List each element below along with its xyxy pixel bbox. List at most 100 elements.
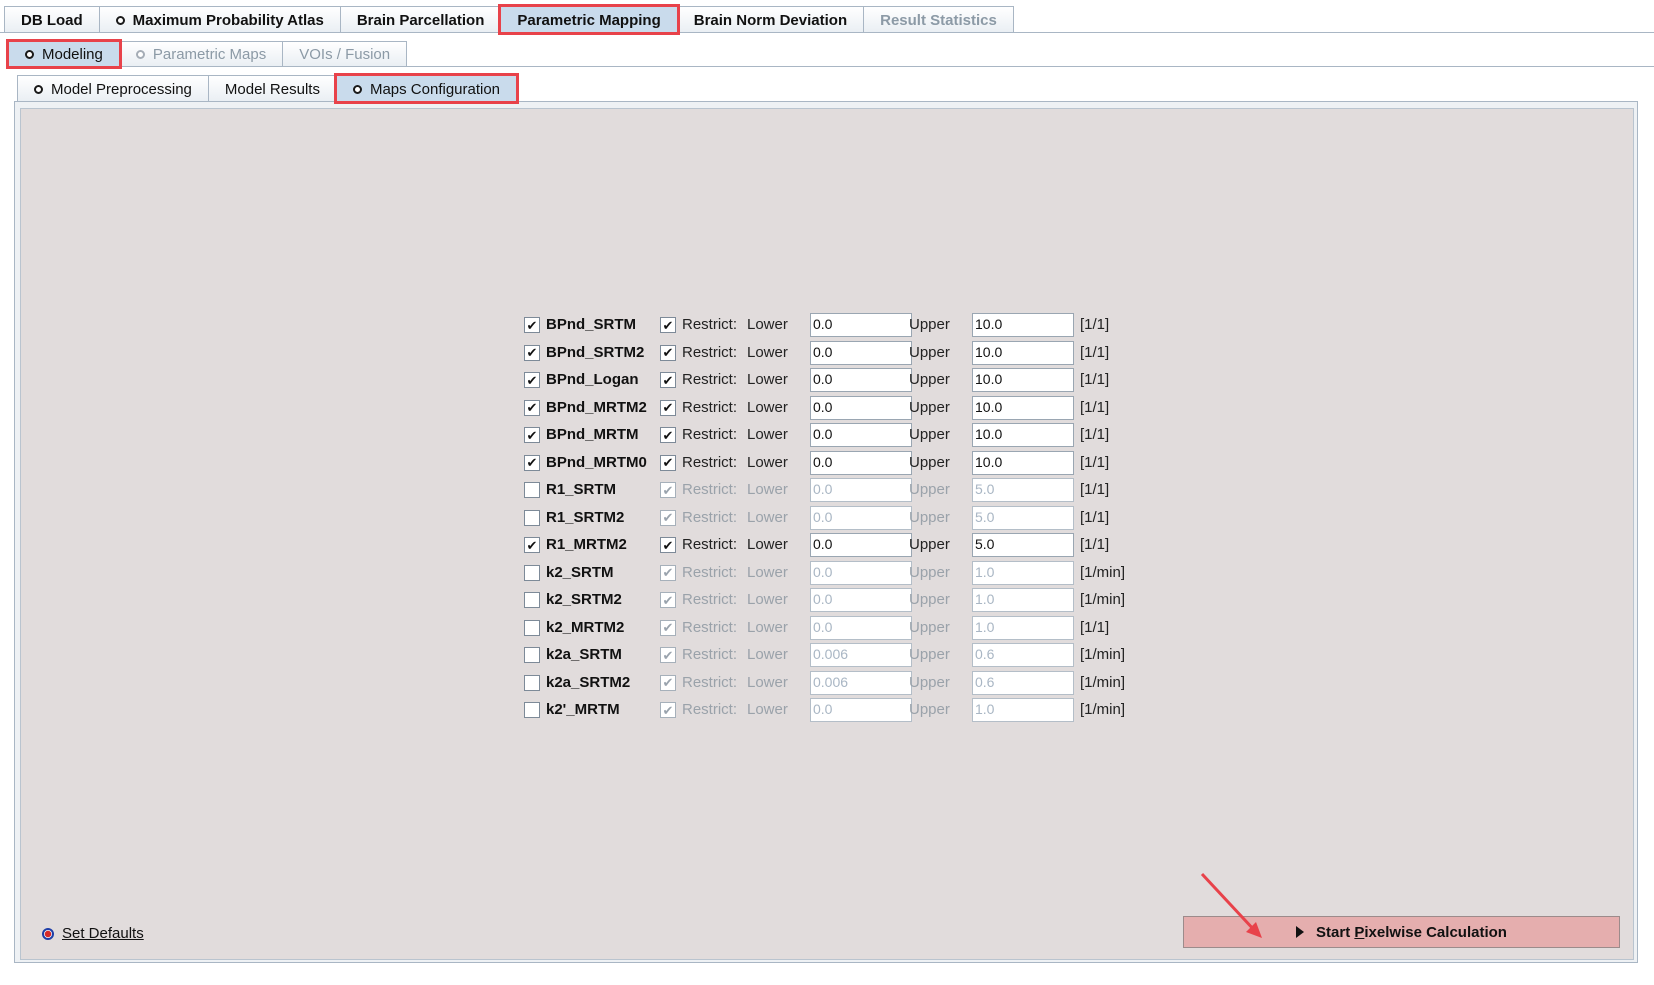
upper-bound-input[interactable]: 0.6 bbox=[972, 643, 1074, 667]
annotation-arrow bbox=[1200, 872, 1262, 938]
restrict-checkbox[interactable]: ✔ bbox=[660, 674, 676, 691]
lower-label: Lower bbox=[747, 426, 788, 443]
tab-vois-fusion[interactable]: VOIs / Fusion bbox=[282, 41, 408, 67]
upper-bound-input[interactable]: 10.0 bbox=[972, 450, 1074, 475]
lower-bound-input[interactable]: 0.0 bbox=[810, 395, 912, 420]
restrict-checkbox[interactable]: ✔ bbox=[660, 509, 676, 526]
lower-bound-input[interactable]: 0.0 bbox=[810, 450, 912, 475]
map-enable-checkbox[interactable] bbox=[524, 509, 540, 526]
unit-label: [1/1] bbox=[1080, 453, 1110, 471]
tab-brain-norm-deviation[interactable]: Brain Norm Deviation bbox=[676, 6, 865, 33]
lower-bound-input[interactable]: 0.0 bbox=[810, 560, 912, 585]
upper-bound-input[interactable]: 5.0 bbox=[972, 533, 1074, 557]
tab-maximum-probability-atlas[interactable]: Maximum Probability Atlas bbox=[98, 6, 341, 33]
set-defaults-button[interactable]: Set Defaults bbox=[42, 925, 144, 942]
radio-dot-icon bbox=[25, 50, 34, 59]
map-enable-checkbox[interactable]: ✔ bbox=[524, 537, 540, 553]
map-enable-checkbox[interactable] bbox=[524, 482, 540, 498]
restrict-checkbox[interactable]: ✔ bbox=[660, 702, 676, 718]
restrict-checkbox[interactable]: ✔ bbox=[660, 344, 676, 361]
lower-bound-input[interactable]: 0.006 bbox=[810, 670, 912, 695]
tab-parametric-maps[interactable]: Parametric Maps bbox=[118, 41, 284, 67]
unit-label: [1/1] bbox=[1080, 316, 1110, 333]
restrict-checkbox[interactable]: ✔ bbox=[660, 592, 676, 608]
map-enable-checkbox[interactable]: ✔ bbox=[524, 344, 540, 361]
map-name-label: BPnd_SRTM2 bbox=[546, 343, 645, 361]
defaults-icon bbox=[42, 927, 54, 940]
lower-label: Lower bbox=[747, 343, 788, 361]
upper-bound-input[interactable]: 1.0 bbox=[972, 698, 1074, 722]
upper-bound-input[interactable]: 1.0 bbox=[972, 615, 1074, 640]
tab-result-statistics[interactable]: Result Statistics bbox=[863, 6, 1014, 33]
lower-bound-input[interactable]: 0.0 bbox=[810, 533, 912, 557]
map-enable-checkbox[interactable]: ✔ bbox=[524, 454, 540, 471]
lower-bound-input[interactable]: 0.0 bbox=[810, 423, 912, 447]
lower-label: Lower bbox=[747, 398, 788, 416]
map-enable-checkbox[interactable] bbox=[524, 647, 540, 663]
restrict-checkbox[interactable]: ✔ bbox=[660, 399, 676, 416]
upper-bound-input[interactable]: 1.0 bbox=[972, 588, 1074, 612]
restrict-label: Restrict: bbox=[682, 701, 738, 718]
lower-bound-input[interactable]: 0.0 bbox=[810, 698, 912, 722]
tab-label: VOIs / Fusion bbox=[299, 46, 391, 63]
map-enable-checkbox[interactable] bbox=[524, 702, 540, 718]
map-enable-checkbox[interactable]: ✔ bbox=[524, 399, 540, 416]
tab-modeling[interactable]: Modeling bbox=[6, 39, 122, 69]
lower-bound-input[interactable]: 0.0 bbox=[810, 340, 912, 365]
lower-label: Lower bbox=[747, 563, 788, 581]
upper-bound-input[interactable]: 5.0 bbox=[972, 478, 1074, 502]
upper-label: Upper bbox=[909, 673, 950, 691]
lower-bound-input[interactable]: 0.0 bbox=[810, 588, 912, 612]
map-name-label: BPnd_MRTM0 bbox=[546, 453, 647, 471]
upper-bound-input[interactable]: 10.0 bbox=[972, 340, 1074, 365]
tab-maps-configuration[interactable]: Maps Configuration bbox=[333, 73, 520, 104]
restrict-checkbox[interactable]: ✔ bbox=[660, 454, 676, 471]
restrict-checkbox[interactable]: ✔ bbox=[660, 619, 676, 636]
unit-label: [1/1] bbox=[1080, 426, 1110, 443]
radio-dot-icon bbox=[115, 15, 125, 25]
restrict-checkbox[interactable]: ✔ bbox=[660, 372, 676, 388]
tab-model-preprocessing[interactable]: Model Preprocessing bbox=[17, 75, 209, 102]
map-enable-checkbox[interactable] bbox=[524, 592, 540, 608]
unit-label: [1/1] bbox=[1080, 618, 1110, 636]
map-name-label: R1_MRTM2 bbox=[546, 536, 627, 553]
restrict-checkbox[interactable]: ✔ bbox=[660, 537, 676, 553]
lower-bound-input[interactable]: 0.0 bbox=[810, 615, 912, 640]
lower-bound-input[interactable]: 0.0 bbox=[810, 368, 912, 392]
tab-label: Result Statistics bbox=[880, 11, 997, 29]
upper-bound-input[interactable]: 10.0 bbox=[972, 423, 1074, 447]
tab-parametric-mapping[interactable]: Parametric Mapping bbox=[498, 4, 680, 35]
upper-bound-input[interactable]: 0.6 bbox=[972, 670, 1074, 695]
restrict-checkbox[interactable]: ✔ bbox=[660, 427, 676, 443]
map-enable-checkbox[interactable] bbox=[524, 619, 540, 636]
restrict-label: Restrict: bbox=[682, 481, 738, 498]
tab-model-results[interactable]: Model Results bbox=[207, 75, 337, 102]
lower-label: Lower bbox=[747, 536, 788, 553]
restrict-checkbox[interactable]: ✔ bbox=[660, 564, 676, 581]
map-enable-checkbox[interactable] bbox=[524, 564, 540, 581]
lower-label: Lower bbox=[747, 508, 788, 526]
sub-tab-divider bbox=[6, 66, 1654, 67]
upper-bound-input[interactable]: 10.0 bbox=[972, 368, 1074, 392]
restrict-checkbox[interactable]: ✔ bbox=[660, 647, 676, 663]
map-enable-checkbox[interactable]: ✔ bbox=[524, 427, 540, 443]
upper-bound-input[interactable]: 5.0 bbox=[972, 505, 1074, 530]
map-enable-checkbox[interactable]: ✔ bbox=[524, 372, 540, 388]
upper-bound-input[interactable]: 10.0 bbox=[972, 395, 1074, 420]
map-enable-checkbox[interactable]: ✔ bbox=[524, 317, 540, 333]
upper-label: Upper bbox=[909, 453, 950, 471]
lower-label: Lower bbox=[747, 371, 788, 388]
upper-bound-input[interactable]: 1.0 bbox=[972, 560, 1074, 585]
lower-bound-input[interactable]: 0.0 bbox=[810, 478, 912, 502]
lower-bound-input[interactable]: 0.0 bbox=[810, 505, 912, 530]
lower-bound-input[interactable]: 0.006 bbox=[810, 643, 912, 667]
restrict-checkbox[interactable]: ✔ bbox=[660, 482, 676, 498]
lower-bound-input[interactable]: 0.0 bbox=[810, 313, 912, 337]
upper-bound-input[interactable]: 10.0 bbox=[972, 313, 1074, 337]
lower-label: Lower bbox=[747, 316, 788, 333]
restrict-checkbox[interactable]: ✔ bbox=[660, 317, 676, 333]
tab-db-load[interactable]: DB Load bbox=[4, 6, 100, 33]
tab-brain-parcellation[interactable]: Brain Parcellation bbox=[339, 6, 502, 33]
unit-label: [1/1] bbox=[1080, 508, 1110, 526]
map-enable-checkbox[interactable] bbox=[524, 674, 540, 691]
